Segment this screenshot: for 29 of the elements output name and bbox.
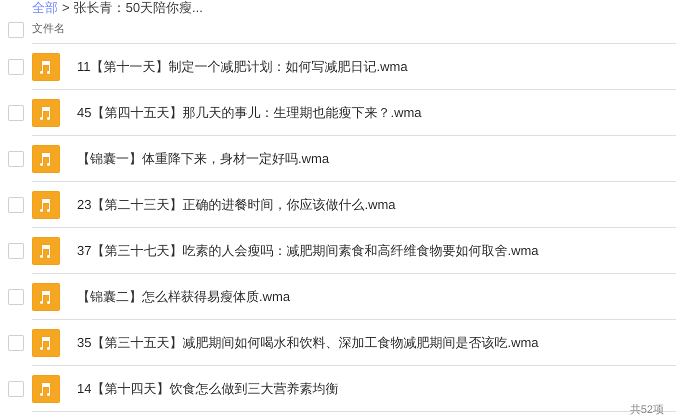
file-name[interactable]: 【锦囊二】怎么样获得易瘦体质.wma <box>77 286 290 306</box>
checkbox[interactable] <box>8 105 24 121</box>
checkbox[interactable] <box>8 22 24 38</box>
file-name[interactable]: 14【第十四天】饮食怎么做到三大营养素均衡 <box>77 378 338 398</box>
item-count: 共52项 <box>630 402 664 418</box>
file-name[interactable]: 23【第二十三天】正确的进餐时间，你应该做什么.wma <box>77 194 396 214</box>
checkbox[interactable] <box>8 335 24 351</box>
checkbox[interactable] <box>8 59 24 75</box>
music-file-icon <box>32 328 60 356</box>
file-name[interactable]: 37【第三十七天】吃素的人会瘦吗：减肥期间素食和高纤维食物要如何取舍.wma <box>77 240 539 260</box>
column-header: 文件名 <box>32 22 65 38</box>
file-name[interactable]: 45【第四十五天】那几天的事儿：生理期也能瘦下来？.wma <box>77 102 422 122</box>
checkbox[interactable] <box>8 197 24 213</box>
music-file-icon <box>32 98 60 126</box>
breadcrumb-separator: > <box>62 0 70 16</box>
music-file-icon <box>32 236 60 264</box>
checkbox[interactable] <box>8 243 24 259</box>
file-name[interactable]: 35【第三十五天】减肥期间如何喝水和饮料、深加工食物减肥期间是否该吃.wma <box>77 332 539 352</box>
breadcrumb-current: 张长青：50天陪你瘦... <box>74 0 203 16</box>
music-file-icon <box>32 190 60 218</box>
music-file-icon <box>32 374 60 402</box>
file-name[interactable]: 11【第十一天】制定一个减肥计划：如何写减肥日记.wma <box>77 56 408 76</box>
checkbox[interactable] <box>8 289 24 305</box>
checkbox[interactable] <box>8 381 24 397</box>
music-file-icon <box>32 282 60 310</box>
music-file-icon <box>32 52 60 80</box>
music-file-icon <box>32 144 60 172</box>
checkbox[interactable] <box>8 151 24 167</box>
file-name[interactable]: 【锦囊一】体重降下来，身材一定好吗.wma <box>77 148 330 168</box>
